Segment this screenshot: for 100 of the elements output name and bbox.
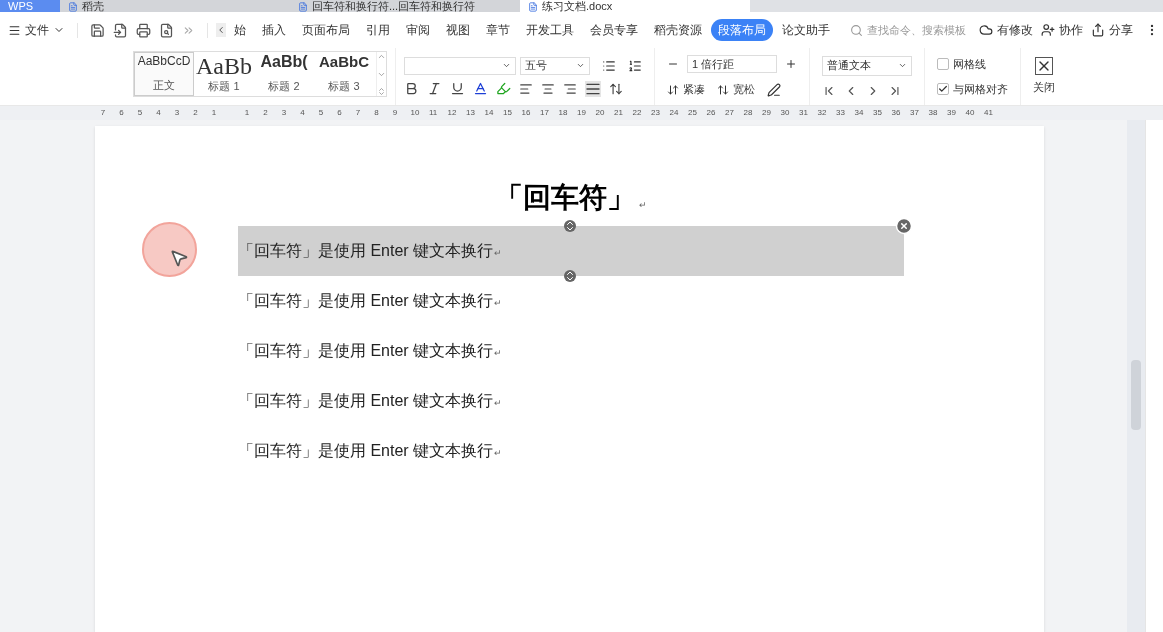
format-icon[interactable] bbox=[767, 82, 781, 97]
loosen-icon bbox=[717, 83, 729, 96]
ribbon-tab[interactable]: 审阅 bbox=[399, 19, 437, 41]
ruler-number: 30 bbox=[780, 107, 787, 119]
ribbon-tab[interactable]: 插入 bbox=[255, 19, 293, 41]
save-icon[interactable] bbox=[90, 22, 105, 38]
cursor-highlight bbox=[142, 222, 197, 277]
ruler-number: 22 bbox=[632, 107, 639, 119]
paragraph: 「回车符」是使用 Enter 键文本换行↵ bbox=[238, 441, 504, 461]
style-preset[interactable]: AaBbC 标题 3 bbox=[314, 52, 374, 96]
align-center-icon[interactable] bbox=[541, 81, 555, 96]
ruler-number: 3 bbox=[174, 107, 180, 119]
distribute-icon[interactable] bbox=[609, 81, 623, 96]
ruler-number: 5 bbox=[137, 107, 143, 119]
ruler-number: 18 bbox=[558, 107, 565, 119]
selected-paragraph: 「回车符」是使用 Enter 键文本换行↵ bbox=[238, 226, 904, 276]
ruler-number: 40 bbox=[965, 107, 972, 119]
style-preset[interactable]: AaBbCcD 正文 bbox=[134, 52, 194, 96]
ruler-number: 16 bbox=[521, 107, 528, 119]
close-button[interactable]: 关闭 bbox=[1020, 48, 1055, 105]
ruler-number: 1 bbox=[211, 107, 217, 119]
ribbon-tab[interactable]: 段落布局 bbox=[711, 19, 773, 41]
toolbar-action[interactable]: 有修改 bbox=[979, 21, 1033, 39]
ruler-number: 4 bbox=[299, 107, 306, 119]
caret-icon bbox=[502, 61, 511, 70]
spacing-button[interactable]: 紧凑 bbox=[667, 81, 705, 98]
font-size-field[interactable]: 五号 bbox=[520, 56, 590, 75]
ribbon-tab[interactable]: 会员专享 bbox=[583, 19, 645, 41]
style-preset[interactable]: AaBb( 标题 2 bbox=[254, 52, 314, 96]
scroll-thumb[interactable] bbox=[1131, 360, 1141, 430]
paragraph: 「回车符」是使用 Enter 键文本换行↵ bbox=[238, 291, 504, 311]
resize-handle-icon[interactable] bbox=[564, 220, 576, 232]
spacing-button[interactable]: 宽松 bbox=[717, 81, 755, 98]
bold-icon[interactable] bbox=[404, 81, 419, 96]
preview-icon[interactable] bbox=[159, 22, 174, 38]
scroll-left-icon[interactable] bbox=[216, 23, 226, 37]
document-tab[interactable]: 稻壳 bbox=[60, 0, 290, 12]
document-icon bbox=[298, 2, 308, 12]
ruler-number: 12 bbox=[447, 107, 454, 119]
document-tab[interactable]: 回车符和换行符...回车符和换行符 bbox=[290, 0, 520, 12]
ruler-number: 11 bbox=[429, 107, 435, 119]
cloud-icon bbox=[979, 23, 993, 37]
search-field[interactable]: 查找命令、搜索模板 bbox=[850, 21, 979, 39]
ruler-number: 20 bbox=[595, 107, 602, 119]
search-icon bbox=[850, 23, 863, 37]
style-preset[interactable]: AaBb 标题 1 bbox=[194, 52, 254, 96]
scrollbar[interactable] bbox=[1127, 120, 1145, 632]
ruler-number: 10 bbox=[410, 107, 417, 119]
increase-icon[interactable] bbox=[785, 58, 797, 71]
justify-icon[interactable] bbox=[585, 80, 601, 97]
ruler-number: 28 bbox=[743, 107, 750, 119]
document-tab[interactable]: 练习文档.docx bbox=[520, 0, 750, 12]
checkbox[interactable] bbox=[937, 58, 949, 71]
caret-icon bbox=[898, 61, 907, 70]
ribbon-tab[interactable]: 引用 bbox=[359, 19, 397, 41]
ribbon-tab[interactable]: 始 bbox=[227, 19, 253, 41]
print-icon[interactable] bbox=[136, 22, 151, 38]
ruler-number: 36 bbox=[891, 107, 898, 119]
share-icon bbox=[1091, 23, 1105, 37]
toolbar-action[interactable]: 协作 bbox=[1041, 21, 1083, 39]
checkbox[interactable] bbox=[937, 82, 949, 95]
underline-icon[interactable] bbox=[450, 81, 465, 96]
bullet-list-icon[interactable] bbox=[602, 58, 616, 73]
ribbon-tab[interactable]: 论文助手 bbox=[775, 19, 837, 41]
line-spacing-field[interactable]: 1 倍行距 bbox=[687, 55, 777, 74]
ribbon-tab[interactable]: 开发工具 bbox=[519, 19, 581, 41]
ruler-number: 6 bbox=[118, 107, 125, 119]
ruler-number: 2 bbox=[192, 107, 199, 119]
ribbon-tab[interactable]: 视图 bbox=[439, 19, 477, 41]
ribbon-tab[interactable]: 稻壳资源 bbox=[647, 19, 709, 41]
file-menu[interactable]: 文件 bbox=[4, 21, 69, 39]
font-name-field[interactable] bbox=[404, 56, 516, 75]
toolbar-action[interactable]: 分享 bbox=[1091, 21, 1133, 39]
close-icon bbox=[1035, 57, 1053, 76]
ruler-number: 24 bbox=[669, 107, 676, 119]
export-icon[interactable] bbox=[113, 22, 128, 38]
text-style-field[interactable]: 普通文本 bbox=[822, 55, 912, 76]
ruler-number: 38 bbox=[928, 107, 935, 119]
document-icon bbox=[528, 2, 538, 12]
paragraph-mark: ↵ bbox=[639, 198, 647, 212]
numbered-list-icon[interactable] bbox=[628, 58, 642, 73]
align-left-icon[interactable] bbox=[519, 81, 533, 96]
align-right-icon[interactable] bbox=[563, 81, 577, 96]
close-icon[interactable] bbox=[895, 217, 913, 235]
document-title: 「回车符」 bbox=[495, 184, 635, 212]
checkbox-label: 与网格对齐 bbox=[953, 81, 1008, 97]
ruler-number: 32 bbox=[817, 107, 824, 119]
italic-icon[interactable] bbox=[427, 81, 442, 96]
user-icon bbox=[1041, 23, 1055, 37]
font-color-icon[interactable] bbox=[473, 81, 488, 96]
ruler-number: 14 bbox=[484, 107, 491, 119]
ruler-number: 9 bbox=[392, 107, 398, 119]
tighten-icon bbox=[667, 83, 679, 96]
ribbon-tab[interactable]: 章节 bbox=[479, 19, 517, 41]
ribbon-tab[interactable]: 页面布局 bbox=[295, 19, 357, 41]
ruler-number: 5 bbox=[318, 107, 324, 119]
highlight-icon[interactable] bbox=[496, 81, 511, 96]
ruler-number: 2 bbox=[262, 107, 269, 119]
ruler-number: 7 bbox=[100, 107, 106, 119]
ruler-number: 1 bbox=[244, 107, 250, 119]
